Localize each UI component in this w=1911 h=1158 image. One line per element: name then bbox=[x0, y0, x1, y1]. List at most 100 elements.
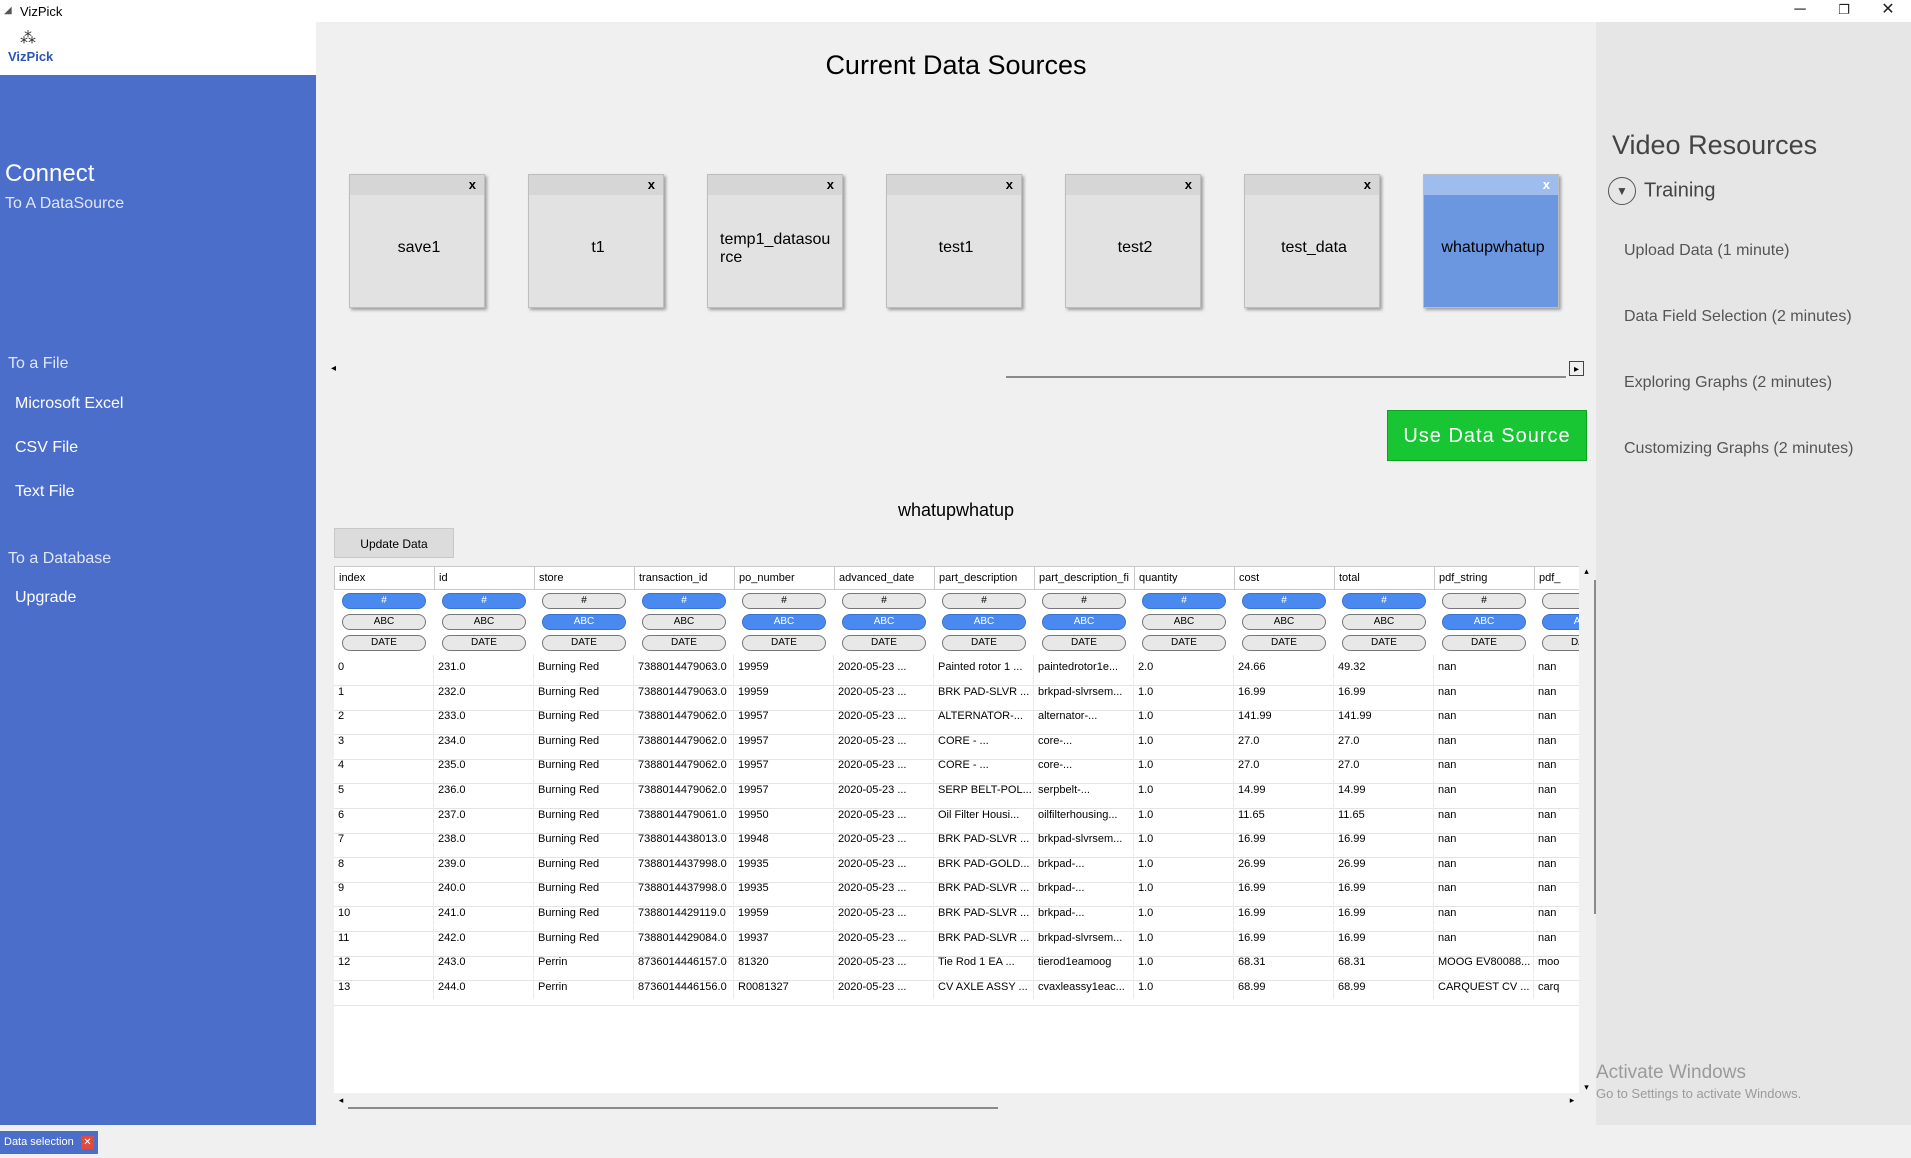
date-type-button[interactable]: DATE bbox=[1342, 635, 1426, 651]
close-icon[interactable]: x bbox=[469, 177, 476, 192]
text-type-button[interactable]: ABC bbox=[1242, 614, 1326, 630]
chevron-down-icon[interactable]: ▼ bbox=[1608, 177, 1636, 205]
date-type-button[interactable]: DATE bbox=[642, 635, 726, 651]
date-type-button[interactable]: DATE bbox=[542, 635, 626, 651]
scroll-left-icon[interactable]: ◂ bbox=[326, 361, 341, 376]
numeric-type-button[interactable]: # bbox=[442, 593, 526, 609]
use-data-source-button[interactable]: Use Data Source bbox=[1387, 410, 1587, 461]
table-horizontal-scrollbar[interactable]: ◂ ▸ bbox=[334, 1093, 1579, 1110]
text-type-button[interactable]: ABC bbox=[1542, 614, 1579, 630]
column-header[interactable]: total bbox=[1335, 566, 1435, 590]
text-type-button[interactable]: ABC bbox=[342, 614, 426, 630]
date-type-button[interactable]: DATE bbox=[442, 635, 526, 651]
text-type-button[interactable]: ABC bbox=[1042, 614, 1126, 630]
text-type-button[interactable]: ABC bbox=[642, 614, 726, 630]
table-cell: 16.99 bbox=[1334, 925, 1434, 950]
sidebar-item-text-file[interactable]: Text File bbox=[15, 483, 75, 501]
column-header[interactable]: cost bbox=[1235, 566, 1335, 590]
text-type-button[interactable]: ABC bbox=[1142, 614, 1226, 630]
numeric-type-button[interactable]: # bbox=[942, 593, 1026, 609]
close-icon[interactable]: x bbox=[648, 177, 655, 192]
date-type-button[interactable]: DATE bbox=[1242, 635, 1326, 651]
date-type-button[interactable]: DATE bbox=[1142, 635, 1226, 651]
table-cell: 7388014437998.0 bbox=[634, 851, 734, 876]
data-source-scrollbar[interactable]: ◂ ▸ bbox=[326, 361, 1584, 378]
text-type-button[interactable]: ABC bbox=[742, 614, 826, 630]
data-selection-tab[interactable]: Data selection ✕ bbox=[0, 1131, 98, 1154]
table-vertical-scrollbar[interactable]: ▴ ▾ bbox=[1579, 566, 1596, 1093]
date-type-button[interactable]: DATE bbox=[342, 635, 426, 651]
data-source-card[interactable]: x test2 bbox=[1065, 174, 1201, 308]
column-header[interactable]: part_description bbox=[935, 566, 1035, 590]
scroll-right-icon[interactable]: ▸ bbox=[1569, 361, 1584, 376]
close-icon[interactable]: x bbox=[1185, 177, 1192, 192]
table-row[interactable]: 13 244.0 Perrin 8736014446156.0 R0081327 2020… bbox=[334, 974, 1579, 1006]
text-type-button[interactable]: ABC bbox=[942, 614, 1026, 630]
column-header[interactable]: pdf_ bbox=[1535, 566, 1579, 590]
numeric-type-button[interactable]: # bbox=[642, 593, 726, 609]
scroll-up-icon[interactable]: ▴ bbox=[1579, 566, 1594, 577]
close-button[interactable]: ✕ bbox=[1866, 0, 1910, 22]
data-source-card[interactable]: x t1 bbox=[528, 174, 664, 308]
close-icon[interactable]: x bbox=[827, 177, 834, 192]
sidebar-item-excel[interactable]: Microsoft Excel bbox=[15, 395, 123, 413]
scroll-thumb[interactable] bbox=[1006, 361, 1566, 378]
update-data-button[interactable]: Update Data bbox=[334, 528, 454, 558]
minimize-button[interactable]: ─ bbox=[1778, 0, 1822, 22]
table-scroll-left-icon[interactable]: ◂ bbox=[334, 1093, 348, 1107]
table-scroll-right-icon[interactable]: ▸ bbox=[1565, 1093, 1579, 1107]
text-type-button[interactable]: ABC bbox=[842, 614, 926, 630]
numeric-type-button[interactable]: # bbox=[1242, 593, 1326, 609]
date-type-button[interactable]: DATE bbox=[1542, 635, 1579, 651]
column-header[interactable]: advanced_date bbox=[835, 566, 935, 590]
numeric-type-button[interactable]: # bbox=[1542, 593, 1579, 609]
column-header[interactable]: pdf_string bbox=[1435, 566, 1535, 590]
date-type-button[interactable]: DATE bbox=[842, 635, 926, 651]
date-type-button[interactable]: DATE bbox=[742, 635, 826, 651]
vertical-scroll-thumb[interactable] bbox=[1579, 580, 1596, 914]
numeric-type-button[interactable]: # bbox=[1442, 593, 1526, 609]
column-header[interactable]: quantity bbox=[1135, 566, 1235, 590]
table-scroll-thumb[interactable] bbox=[348, 1093, 998, 1109]
date-type-button[interactable]: DATE bbox=[1442, 635, 1526, 651]
data-source-card[interactable]: x save1 bbox=[349, 174, 485, 308]
video-link-customizing-graphs[interactable]: Customizing Graphs (2 minutes) bbox=[1624, 440, 1853, 458]
numeric-type-button[interactable]: # bbox=[1142, 593, 1226, 609]
text-type-button[interactable]: ABC bbox=[1442, 614, 1526, 630]
close-icon[interactable]: x bbox=[1364, 177, 1371, 192]
column-header[interactable]: id bbox=[435, 566, 535, 590]
date-type-button[interactable]: DATE bbox=[942, 635, 1026, 651]
scroll-down-icon[interactable]: ▾ bbox=[1579, 1082, 1594, 1093]
numeric-type-button[interactable]: # bbox=[1342, 593, 1426, 609]
column-header[interactable]: index bbox=[335, 566, 435, 590]
text-type-button[interactable]: ABC bbox=[442, 614, 526, 630]
sidebar-item-upgrade[interactable]: Upgrade bbox=[15, 589, 76, 607]
column-header[interactable]: store bbox=[535, 566, 635, 590]
numeric-type-button[interactable]: # bbox=[742, 593, 826, 609]
numeric-type-button[interactable]: # bbox=[342, 593, 426, 609]
column-header[interactable]: transaction_id bbox=[635, 566, 735, 590]
data-source-card[interactable]: x whatupwhatup bbox=[1423, 174, 1559, 308]
data-source-card[interactable]: x temp1_datasource bbox=[707, 174, 843, 308]
column-header[interactable]: po_number bbox=[735, 566, 835, 590]
data-source-card[interactable]: x test1 bbox=[886, 174, 1022, 308]
restore-button[interactable]: ❐ bbox=[1822, 0, 1866, 22]
numeric-type-button[interactable]: # bbox=[542, 593, 626, 609]
numeric-type-button[interactable]: # bbox=[842, 593, 926, 609]
tab-close-icon[interactable]: ✕ bbox=[81, 1136, 94, 1149]
date-type-button[interactable]: DATE bbox=[1042, 635, 1126, 651]
column-header[interactable]: part_description_fi bbox=[1035, 566, 1135, 590]
close-icon[interactable]: x bbox=[1543, 177, 1550, 192]
sidebar-item-csv[interactable]: CSV File bbox=[15, 439, 78, 457]
numeric-type-button[interactable]: # bbox=[1042, 593, 1126, 609]
video-link-data-field-selection[interactable]: Data Field Selection (2 minutes) bbox=[1624, 308, 1852, 326]
close-icon[interactable]: x bbox=[1006, 177, 1013, 192]
training-toggle[interactable]: ▼ Training bbox=[1608, 177, 1716, 205]
text-type-button[interactable]: ABC bbox=[542, 614, 626, 630]
table-cell: 2020-05-23 ... bbox=[834, 802, 934, 827]
data-source-card[interactable]: x test_data bbox=[1244, 174, 1380, 308]
video-link-exploring-graphs[interactable]: Exploring Graphs (2 minutes) bbox=[1624, 374, 1832, 392]
text-type-button[interactable]: ABC bbox=[1342, 614, 1426, 630]
video-link-upload-data[interactable]: Upload Data (1 minute) bbox=[1624, 242, 1789, 260]
table-cell: 16.99 bbox=[1234, 876, 1334, 901]
